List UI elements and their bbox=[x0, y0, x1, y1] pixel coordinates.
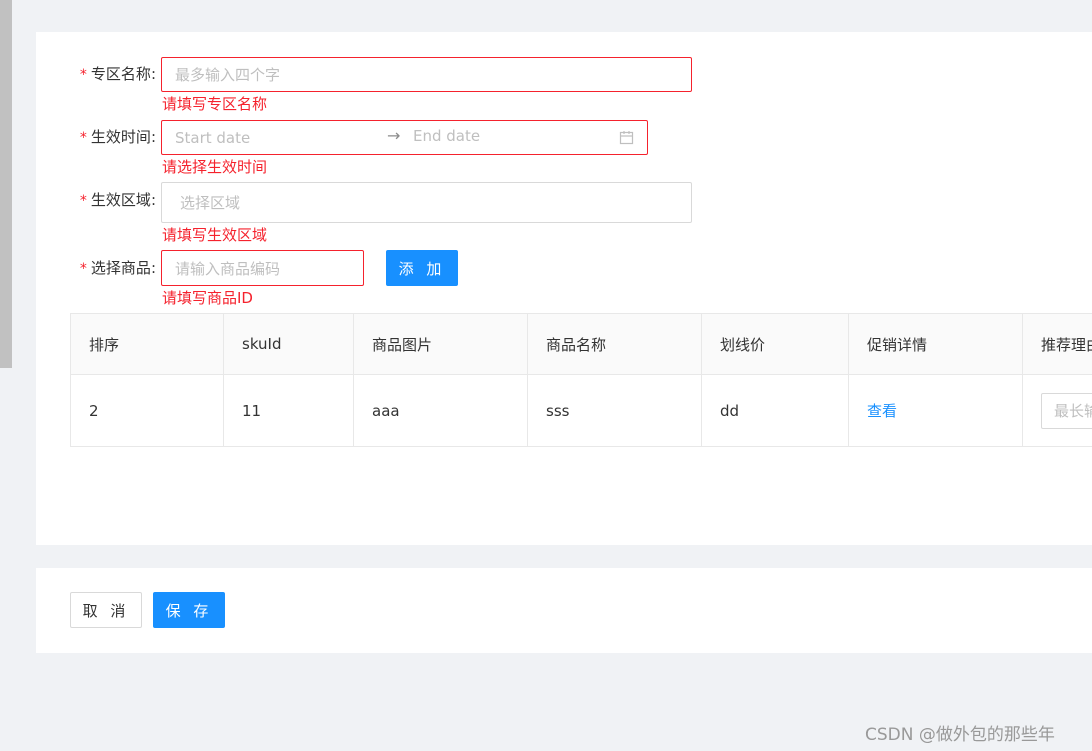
cell-order: 2 bbox=[71, 375, 224, 446]
effective-time-label: * 生效时间: bbox=[79, 128, 156, 146]
date-range-picker[interactable]: Start date → End date bbox=[161, 120, 648, 155]
zone-name-label: * 专区名称: bbox=[79, 65, 156, 83]
column-header-order: 排序 bbox=[71, 314, 224, 374]
column-header-strike-price: 划线价 bbox=[702, 314, 849, 374]
page-scrollbar[interactable] bbox=[0, 0, 12, 751]
form-card: * 专区名称: 最多输入四个字 请填写专区名称 * 生效时间: Start date… bbox=[36, 32, 1092, 545]
cell-name: sss bbox=[528, 375, 702, 446]
actions-card: 取 消 保 存 bbox=[36, 568, 1092, 653]
scrollbar-thumb[interactable] bbox=[0, 0, 12, 368]
select-product-error: 请填写商品ID bbox=[162, 289, 253, 307]
column-header-promo-detail: 促销详情 bbox=[849, 314, 1023, 374]
effective-region-error: 请填写生效区域 bbox=[162, 226, 268, 244]
effective-region-label: * 生效区域: bbox=[79, 191, 156, 209]
cancel-button[interactable]: 取 消 bbox=[70, 592, 142, 628]
product-code-input[interactable]: 请输入商品编码 bbox=[161, 250, 364, 286]
end-date-input[interactable]: End date bbox=[413, 127, 480, 145]
cell-promo-detail: 查看 bbox=[849, 375, 1023, 446]
required-mark: * bbox=[79, 130, 87, 146]
table-row: 2 11 aaa sss dd 查看 最长输入 bbox=[71, 375, 1092, 447]
zone-name-input[interactable]: 最多输入四个字 bbox=[161, 57, 692, 92]
cell-image: aaa bbox=[354, 375, 528, 446]
reason-input[interactable]: 最长输入 bbox=[1041, 392, 1092, 429]
cell-skuid: 11 bbox=[224, 375, 354, 446]
effective-time-error: 请选择生效时间 bbox=[162, 158, 268, 176]
product-table: 排序 skuId 商品图片 商品名称 划线价 促销详情 推荐理由 2 11 aa… bbox=[70, 313, 1092, 447]
calendar-icon[interactable] bbox=[619, 130, 634, 145]
required-mark: * bbox=[79, 67, 87, 83]
required-mark: * bbox=[79, 193, 87, 209]
view-promo-link[interactable]: 查看 bbox=[867, 400, 897, 421]
required-mark: * bbox=[79, 261, 87, 277]
save-button[interactable]: 保 存 bbox=[153, 592, 225, 628]
column-header-reason: 推荐理由 bbox=[1041, 335, 1092, 354]
column-header-image: 商品图片 bbox=[354, 314, 528, 374]
start-date-input[interactable]: Start date bbox=[175, 129, 250, 147]
column-header-name: 商品名称 bbox=[528, 314, 702, 374]
arrow-right-icon: → bbox=[387, 126, 401, 145]
table-header: 排序 skuId 商品图片 商品名称 划线价 促销详情 推荐理由 bbox=[71, 313, 1092, 375]
column-header-skuid: skuId bbox=[224, 314, 354, 374]
select-product-label: * 选择商品: bbox=[79, 259, 156, 277]
region-select[interactable]: 选择区域 bbox=[161, 182, 692, 223]
cell-reason: 最长输入 bbox=[1023, 375, 1092, 446]
add-product-button[interactable]: 添 加 bbox=[386, 250, 458, 286]
cell-strike-price: dd bbox=[702, 375, 849, 446]
zone-name-error: 请填写专区名称 bbox=[162, 95, 268, 113]
watermark: CSDN @做外包的那些年 bbox=[865, 725, 1055, 745]
